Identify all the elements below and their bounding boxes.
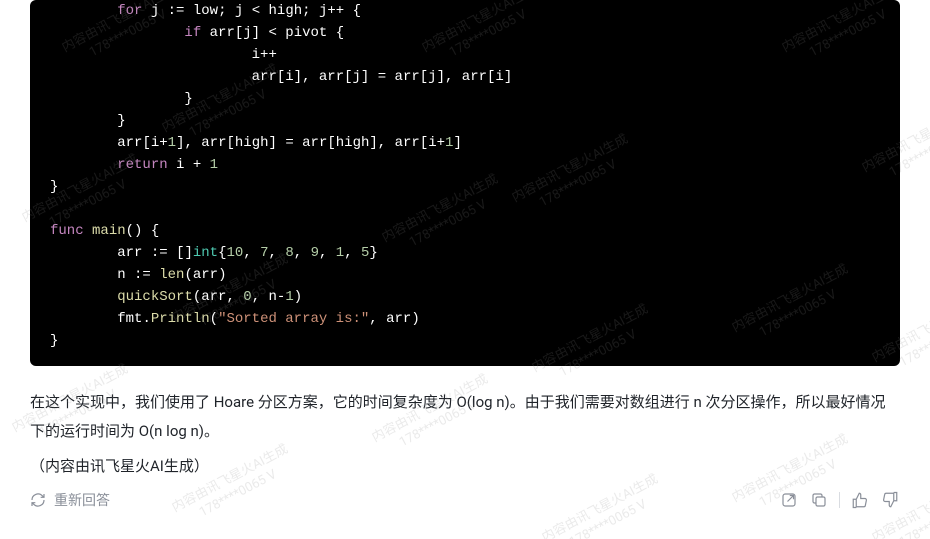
explanation-text: 在这个实现中，我们使用了 Hoare 分区方案，它的时间复杂度为 O(log n… <box>30 388 900 445</box>
attribution-text: （内容由讯飞星火AI生成） <box>30 455 900 476</box>
share-icon <box>780 491 798 509</box>
thumbs-up-icon <box>851 491 869 509</box>
thumbs-down-button[interactable] <box>880 490 900 510</box>
thumbs-up-button[interactable] <box>850 490 870 510</box>
copy-button[interactable] <box>809 490 829 510</box>
regenerate-label: 重新回答 <box>54 490 110 510</box>
share-button[interactable] <box>779 490 799 510</box>
regenerate-button[interactable]: 重新回答 <box>30 490 110 510</box>
code-block: for j := low; j < high; j++ { if arr[j] … <box>30 0 900 366</box>
thumbs-down-icon <box>881 491 899 509</box>
right-action-group <box>779 490 900 510</box>
refresh-icon <box>30 492 46 508</box>
code-content: for j := low; j < high; j++ { if arr[j] … <box>50 0 880 352</box>
divider <box>839 492 840 508</box>
copy-icon <box>810 491 828 509</box>
action-bar: 重新回答 <box>30 490 900 510</box>
